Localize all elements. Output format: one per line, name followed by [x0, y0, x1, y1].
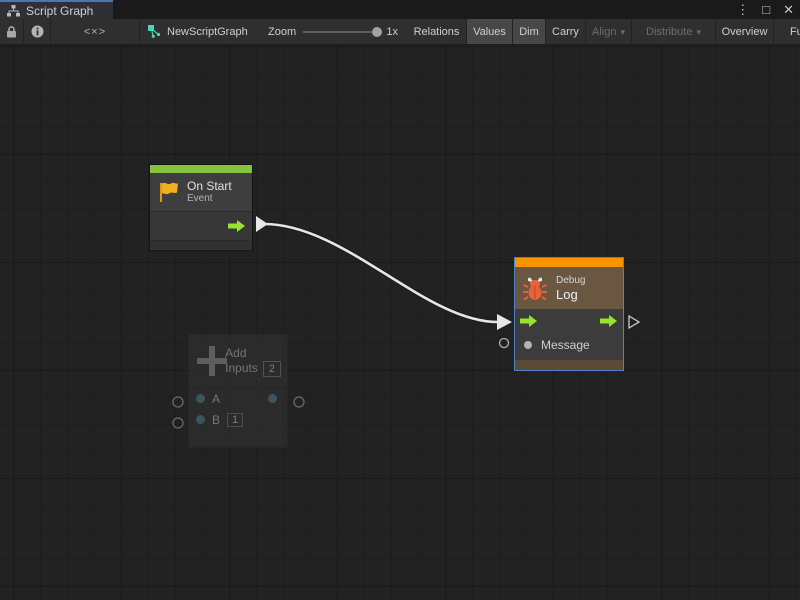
debug-accent-bar: [515, 258, 623, 267]
port-a-label: A: [212, 392, 220, 406]
fullscreen-button[interactable]: Full S: [774, 19, 800, 44]
dim-label: Dim: [519, 26, 539, 38]
zoom-control: Zoom 1x: [268, 19, 407, 44]
ghost-port-a-hint-circle[interactable]: [173, 397, 183, 407]
on-start-accent-bar: [150, 165, 252, 173]
port-b-value-field[interactable]: 1: [227, 413, 243, 427]
info-icon: [31, 25, 44, 38]
message-port-hint-circle[interactable]: [500, 339, 509, 348]
node-category: Debug: [556, 274, 585, 287]
port-b-label: B: [212, 413, 220, 427]
ghost-output-hint-circle[interactable]: [294, 397, 304, 407]
port-a-input[interactable]: [196, 394, 205, 403]
message-port-label: Message: [541, 338, 590, 352]
relations-label: Relations: [414, 26, 460, 38]
bug-icon: [521, 274, 549, 302]
node-debug-log[interactable]: Debug Log Message: [514, 257, 624, 371]
node-add-ghost[interactable]: Add Inputs 2 A B 1: [188, 334, 288, 448]
node-footer: [515, 359, 623, 370]
add-unit-icon: [197, 346, 216, 376]
port-b-input[interactable]: [196, 415, 205, 424]
relations-button[interactable]: Relations: [407, 19, 467, 44]
connections-overlay: [0, 45, 800, 600]
node-title: Add: [225, 346, 281, 361]
distribute-label: Distribute: [646, 26, 692, 38]
node-on-start[interactable]: On Start Event: [149, 164, 253, 251]
node-title: Log: [556, 287, 585, 302]
flow-output-port[interactable]: [228, 220, 246, 232]
sum-output-port[interactable]: [268, 394, 277, 403]
overview-button[interactable]: Overview: [716, 19, 774, 44]
lock-icon: [6, 26, 17, 38]
lock-button[interactable]: [0, 19, 24, 44]
message-input-port[interactable]: [524, 341, 532, 349]
chevron-down-icon: ▾: [696, 27, 701, 38]
zoom-value: 1x: [386, 26, 398, 38]
wire-start-arrowhead: [256, 216, 268, 232]
zoom-slider-handle[interactable]: [372, 27, 382, 37]
maximize-icon[interactable]: □: [762, 0, 770, 19]
window-menu-icon[interactable]: ⋮: [736, 0, 749, 19]
close-icon[interactable]: ✕: [783, 0, 794, 19]
distribute-button[interactable]: Distribute ▾: [632, 19, 716, 44]
values-label: Values: [473, 26, 506, 38]
node-subtitle: Event: [187, 193, 232, 205]
input-count-field[interactable]: 2: [263, 361, 281, 377]
tab-title: Script Graph: [26, 4, 93, 18]
align-button[interactable]: Align ▾: [586, 19, 632, 44]
values-button[interactable]: Values: [467, 19, 513, 44]
overview-label: Overview: [722, 26, 768, 38]
wire-onstart-to-log[interactable]: [264, 224, 498, 322]
graph-name: NewScriptGraph: [167, 26, 248, 38]
ghost-port-b-hint-circle[interactable]: [173, 418, 183, 428]
code-icon: <×>: [84, 26, 106, 38]
graph-toolbar: <×> NewScriptGraph Zoom 1x Relations Val…: [0, 19, 800, 45]
wire-end-arrowhead: [497, 314, 512, 330]
graph-asset[interactable]: NewScriptGraph: [140, 19, 268, 44]
graph-window-icon: [7, 5, 20, 17]
zoom-label: Zoom: [268, 26, 296, 38]
align-label: Align: [592, 26, 616, 38]
node-title: On Start: [187, 179, 232, 193]
node-subtitle: Inputs: [225, 361, 258, 376]
tab-script-graph[interactable]: Script Graph: [0, 0, 113, 19]
edit-script-button[interactable]: <×>: [51, 19, 140, 44]
script-graph-window: Script Graph ⋮ □ ✕ <×>: [0, 0, 800, 600]
inspector-button[interactable]: [24, 19, 51, 44]
flag-icon: [156, 180, 180, 204]
chevron-down-icon: ▾: [620, 27, 625, 38]
carry-label: Carry: [552, 26, 579, 38]
zoom-slider[interactable]: [303, 31, 379, 33]
wire-shadow: [264, 224, 498, 322]
titlebar: Script Graph ⋮ □ ✕: [0, 0, 800, 19]
node-footer: [150, 240, 252, 249]
dim-button[interactable]: Dim: [513, 19, 546, 44]
flow-output-hint-triangle[interactable]: [629, 316, 639, 328]
graph-canvas[interactable]: On Start Event: [0, 45, 800, 600]
script-graph-asset-icon: [148, 25, 161, 38]
window-controls: ⋮ □ ✕: [736, 0, 794, 19]
flow-input-port[interactable]: [520, 315, 538, 327]
fullscreen-label: Full S: [790, 26, 800, 38]
carry-button[interactable]: Carry: [546, 19, 586, 44]
flow-output-port[interactable]: [600, 315, 618, 327]
